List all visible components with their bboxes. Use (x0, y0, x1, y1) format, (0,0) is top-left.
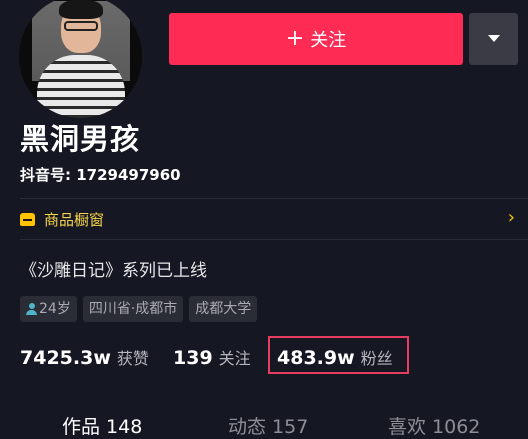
plus-icon: + (285, 26, 305, 51)
follow-label: 关注 (310, 30, 347, 51)
likes-label: 获赞 (116, 349, 149, 368)
follow-button[interactable]: + 关注 (169, 13, 463, 65)
profile-name: 黑洞男孩 (20, 122, 141, 156)
avatar-shirt (37, 55, 125, 118)
tab-works[interactable]: 作品 148 (62, 412, 142, 439)
likes-count: 7425.3w (20, 347, 111, 369)
person-icon (26, 303, 37, 315)
avatar[interactable] (19, 0, 142, 118)
profile-tags: 24岁 四川省·成都市 成都大学 (20, 296, 258, 322)
followers-highlight-box (268, 336, 409, 374)
age-tag: 24岁 (20, 296, 77, 322)
following-count: 139 (173, 347, 213, 369)
following-stat[interactable]: 139 关注 (173, 345, 251, 369)
school-tag: 成都大学 (189, 296, 258, 322)
shop-window-row[interactable]: 商品橱窗 › (20, 199, 528, 239)
shop-icon (20, 212, 35, 226)
avatar-hair (59, 0, 103, 19)
age-label: 24岁 (39, 301, 71, 317)
tab-likes[interactable]: 喜欢 1062 (388, 412, 480, 439)
location-tag: 四川省·成都市 (82, 296, 184, 322)
shop-window-label: 商品橱窗 (44, 210, 105, 229)
following-label: 关注 (218, 349, 251, 368)
chevron-right-icon: › (507, 207, 515, 228)
more-options-button[interactable] (469, 13, 518, 65)
likes-stat: 7425.3w 获赞 (20, 345, 149, 369)
douyin-id: 抖音号: 1729497960 (20, 166, 181, 184)
divider (20, 239, 528, 240)
avatar-glasses (64, 21, 98, 31)
bio-text: 《沙雕日记》系列已上线 (20, 261, 207, 281)
chevron-down-icon (488, 35, 500, 42)
school-label: 成都大学 (195, 301, 252, 317)
tab-activity[interactable]: 动态 157 (228, 412, 308, 439)
location-label: 四川省·成都市 (88, 301, 178, 317)
